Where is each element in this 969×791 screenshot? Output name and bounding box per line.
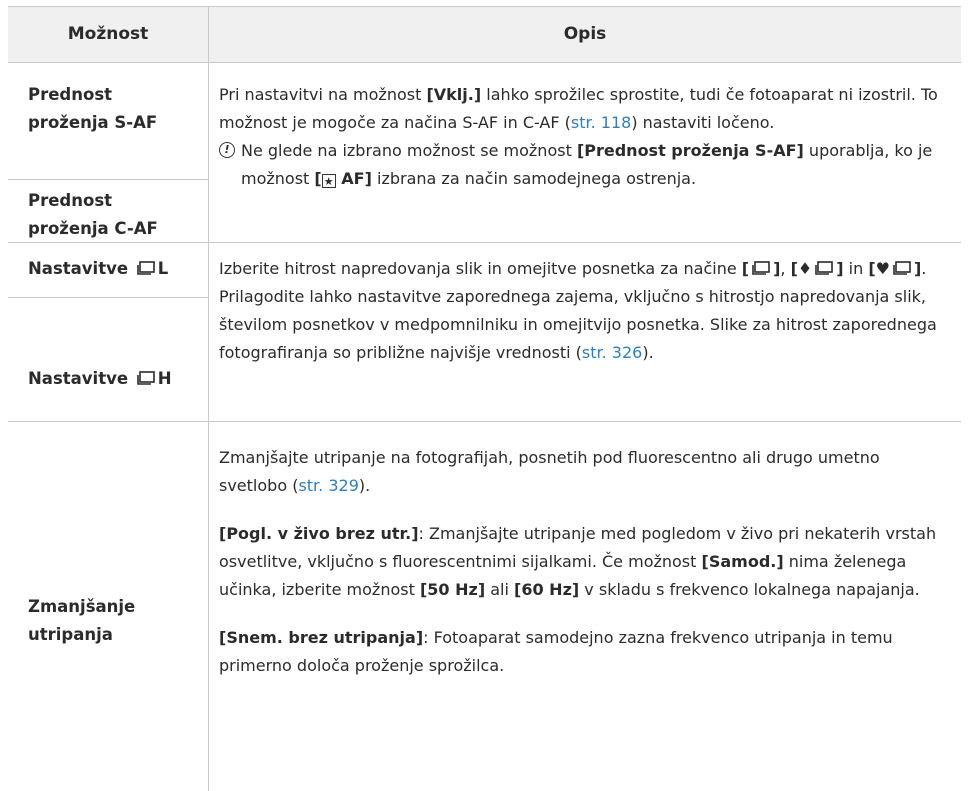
face-priority-icon: ★	[321, 174, 336, 188]
caution-icon: !	[219, 142, 235, 158]
flicker-description: Zmanjšajte utripanje na fotografijah, po…	[219, 448, 937, 675]
sequential-shooting-icon	[815, 261, 834, 275]
column-divider	[208, 7, 209, 791]
settings-table: Možnost Opis Prednost proženja S-AF Pred…	[8, 6, 961, 791]
sequential-shooting-icon	[893, 261, 911, 275]
table-header: Možnost Opis	[8, 7, 961, 63]
af-note: ! Ne glede na izbrano možnost se možnost…	[219, 137, 949, 193]
header-description: Opis	[563, 24, 607, 44]
page-link[interactable]: str. 118	[571, 113, 631, 132]
option-flicker-reduction: Zmanjšanje utripanja	[28, 597, 136, 644]
header-option: Možnost	[67, 24, 149, 44]
sequential-shooting-icon	[752, 261, 770, 275]
row-divider	[8, 179, 208, 180]
row-divider	[8, 297, 208, 298]
option-seq-h: Nastavitve H	[28, 369, 172, 388]
sequential-shooting-icon	[136, 261, 155, 275]
sequential-shooting-icon	[136, 371, 155, 385]
sequential-description: Izberite hitrost napredovanja slik in om…	[219, 259, 937, 362]
option-saf-priority: Prednost proženja S-AF	[28, 85, 158, 132]
option-seq-l: Nastavitve L	[28, 259, 169, 278]
af-priority-description: Pri nastavitvi na možnost [Vklj.] lahko …	[219, 81, 949, 193]
option-caf-priority: Prednost proženja C-AF	[28, 191, 158, 238]
row-divider	[8, 421, 961, 422]
page-link[interactable]: str. 329	[298, 476, 358, 495]
page-link[interactable]: str. 326	[582, 343, 642, 362]
